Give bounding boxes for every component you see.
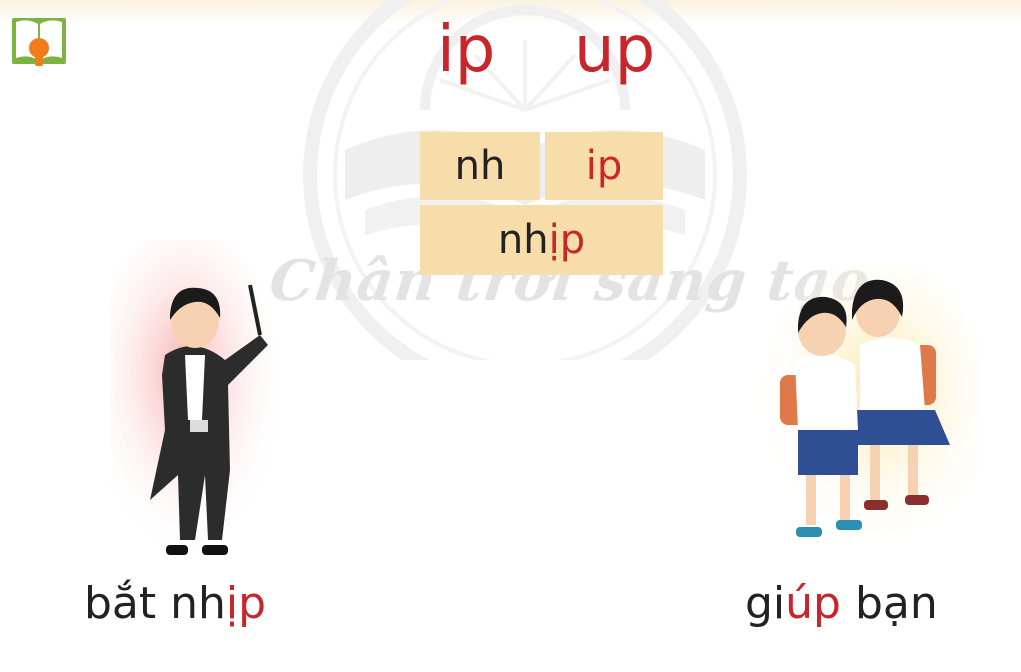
word-suffix: p <box>559 217 586 263</box>
word-prefix: nh <box>497 217 549 263</box>
example-word-giup-ban: giúp bạn <box>745 578 938 629</box>
book-lightbulb-icon[interactable] <box>10 14 68 72</box>
rhyme-box: ip <box>545 132 663 200</box>
example-word-rhyme: ịp <box>225 578 267 629</box>
initial-consonant-box: nh <box>420 132 540 200</box>
example-word-bat-nhip: bắt nhịp <box>84 578 266 629</box>
word-tone-vowel: ị <box>548 217 560 263</box>
example-word-part: bắt nh <box>84 578 226 629</box>
rhyme-ip-title: ip <box>437 13 496 87</box>
example-word-part: gi <box>745 578 786 629</box>
rhyme-text: ip <box>585 143 623 189</box>
conductor-illustration <box>110 240 280 560</box>
initial-consonant: nh <box>454 143 506 189</box>
word-box: nh ị p <box>420 205 663 275</box>
example-word-rhyme: úp <box>785 578 841 629</box>
students-helping-illustration <box>750 265 980 555</box>
example-word-part-2: bạn <box>840 578 938 629</box>
rhyme-up-title: up <box>574 13 656 87</box>
